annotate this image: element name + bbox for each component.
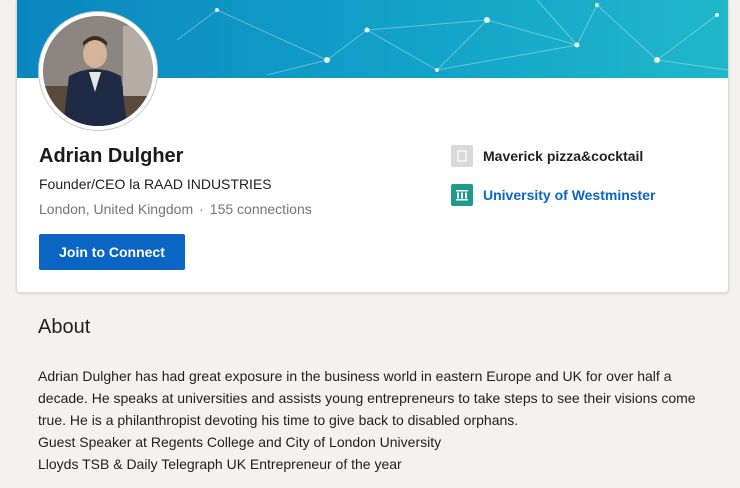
profile-meta: London, United Kingdom · 155 connections (39, 201, 312, 217)
experience-item-maverick[interactable]: Maverick pizza&cocktail (451, 145, 643, 167)
about-paragraph: Adrian Dulgher has had great exposure in… (38, 368, 696, 428)
connections-count: 155 connections (209, 201, 312, 217)
education-item-westminster[interactable]: University of Westminster (451, 184, 655, 206)
profile-avatar (39, 12, 157, 130)
education-label: University of Westminster (483, 187, 656, 203)
join-to-connect-button[interactable]: Join to Connect (39, 234, 185, 270)
school-building-icon (451, 184, 473, 206)
experience-label: Maverick pizza&cocktail (483, 148, 644, 164)
about-line: Lloyds TSB & Daily Telegraph UK Entrepre… (38, 456, 402, 472)
meta-separator: · (199, 201, 204, 217)
about-text: Adrian Dulgher has had great exposure in… (38, 365, 718, 475)
profile-headline: Founder/CEO la RAAD INDUSTRIES (39, 176, 272, 192)
profile-card: Adrian Dulgher Founder/CEO la RAAD INDUS… (16, 0, 729, 293)
profile-name: Adrian Dulgher (39, 145, 184, 167)
about-heading: About (38, 316, 91, 338)
about-line: Guest Speaker at Regents College and Cit… (38, 434, 442, 450)
company-placeholder-icon (451, 145, 473, 167)
location-text: London, United Kingdom (39, 201, 194, 217)
